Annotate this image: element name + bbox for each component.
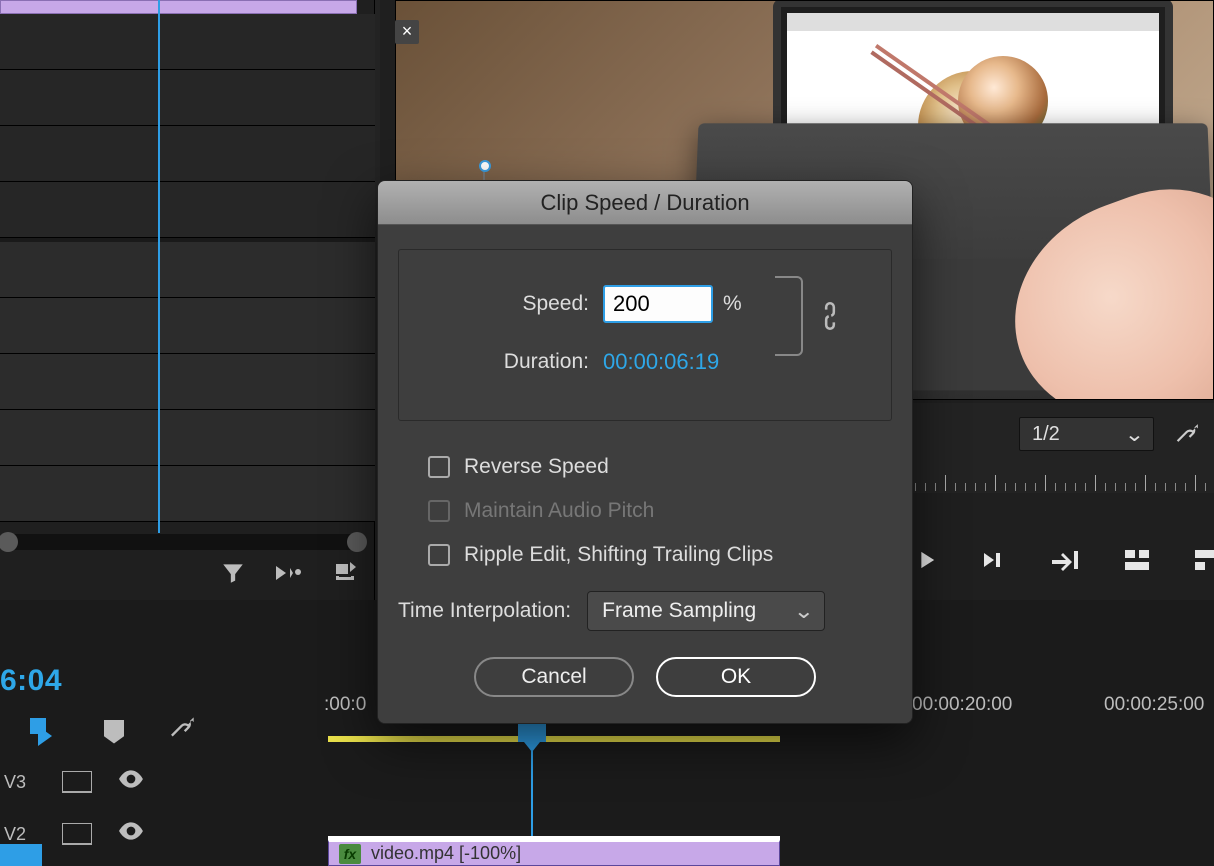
speed-label: Speed: [423, 292, 603, 316]
chevron-down-icon: ⌄ [1125, 422, 1145, 447]
scroll-thumb-left[interactable] [0, 532, 18, 552]
clip-segment-top[interactable] [0, 0, 357, 14]
chevron-down-icon: ⌄ [793, 599, 814, 624]
close-tab-icon[interactable]: × [395, 20, 419, 44]
time-interpolation-label: Time Interpolation: [398, 599, 571, 623]
duration-label: Duration: [423, 350, 603, 374]
track-row[interactable] [0, 126, 375, 182]
selected-track-indicator[interactable] [0, 844, 42, 866]
duration-value[interactable]: 00:00:06:19 [603, 349, 719, 375]
horizontal-scrollbar[interactable] [0, 534, 365, 550]
ruler-label: 00:00:20:00 [912, 694, 1012, 716]
speed-input[interactable] [603, 285, 713, 323]
play-button[interactable] [912, 545, 940, 575]
insert-button[interactable] [1122, 545, 1152, 575]
marker-icon[interactable] [104, 720, 124, 744]
fx-badge[interactable]: fx [339, 844, 361, 864]
handle-dot[interactable] [479, 160, 491, 172]
track-row[interactable] [0, 70, 375, 126]
eye-icon[interactable] [118, 820, 144, 848]
jump-button[interactable] [1050, 545, 1082, 575]
eye-icon[interactable] [118, 768, 144, 796]
track-row[interactable] [0, 466, 375, 522]
export-icon[interactable] [332, 560, 358, 593]
playhead-line[interactable] [158, 0, 160, 533]
link-bracket [775, 276, 803, 356]
link-icon[interactable] [819, 302, 841, 337]
source-tracks [0, 14, 375, 522]
track-label-v3[interactable]: V3 [4, 772, 26, 793]
percent-label: % [723, 292, 742, 316]
dialog-title: Clip Speed / Duration [378, 181, 912, 225]
reverse-speed-label: Reverse Speed [464, 455, 609, 479]
track-row[interactable] [0, 242, 375, 298]
snap-icon[interactable] [30, 718, 60, 746]
time-interpolation-value: Frame Sampling [602, 599, 756, 623]
step-forward-button[interactable] [980, 545, 1010, 575]
transport-controls [912, 535, 1214, 585]
ok-button[interactable]: OK [656, 657, 816, 697]
filter-icon[interactable] [220, 560, 246, 593]
timeline-clip[interactable]: fx video.mp4 [-100%] [328, 840, 780, 866]
track-label-v2[interactable]: V2 [4, 824, 26, 845]
wrench-icon[interactable] [168, 714, 196, 749]
speed-duration-group: Speed: % Duration: 00:00:06:19 [398, 249, 892, 421]
track-row[interactable] [0, 182, 375, 238]
scroll-thumb-right[interactable] [347, 532, 367, 552]
track-row[interactable] [0, 14, 375, 70]
wrench-icon[interactable] [1174, 421, 1200, 454]
track-toggle-icon[interactable] [62, 823, 92, 845]
track-row[interactable] [0, 410, 375, 466]
ruler-label: :00:0 [324, 694, 366, 716]
overwrite-button[interactable] [1192, 545, 1214, 575]
cancel-button[interactable]: Cancel [474, 657, 634, 697]
zoom-value: 1/2 [1032, 423, 1060, 446]
maintain-audio-pitch-label: Maintain Audio Pitch [464, 499, 654, 523]
ruler-label: 00:00:25:00 [1104, 694, 1204, 716]
track-toggle-icon[interactable] [62, 771, 92, 793]
work-area-bar[interactable] [328, 736, 780, 742]
zoom-select[interactable]: 1/2 ⌄ [1019, 417, 1154, 451]
source-tool-row [220, 560, 358, 593]
clip-label: video.mp4 [-100%] [371, 843, 521, 864]
playhead-timecode[interactable]: 6:04 [0, 664, 62, 698]
ripple-edit-label: Ripple Edit, Shifting Trailing Clips [464, 543, 773, 567]
track-row[interactable] [0, 354, 375, 410]
clip-speed-duration-dialog: Clip Speed / Duration Speed: % Duration:… [377, 180, 913, 724]
ripple-edit-checkbox[interactable]: Ripple Edit, Shifting Trailing Clips [428, 533, 892, 577]
insert-clip-icon[interactable] [274, 560, 304, 593]
track-row[interactable] [0, 298, 375, 354]
maintain-audio-pitch-checkbox: Maintain Audio Pitch [428, 489, 892, 533]
reverse-speed-checkbox[interactable]: Reverse Speed [428, 445, 892, 489]
time-interpolation-select[interactable]: Frame Sampling ⌄ [587, 591, 825, 631]
